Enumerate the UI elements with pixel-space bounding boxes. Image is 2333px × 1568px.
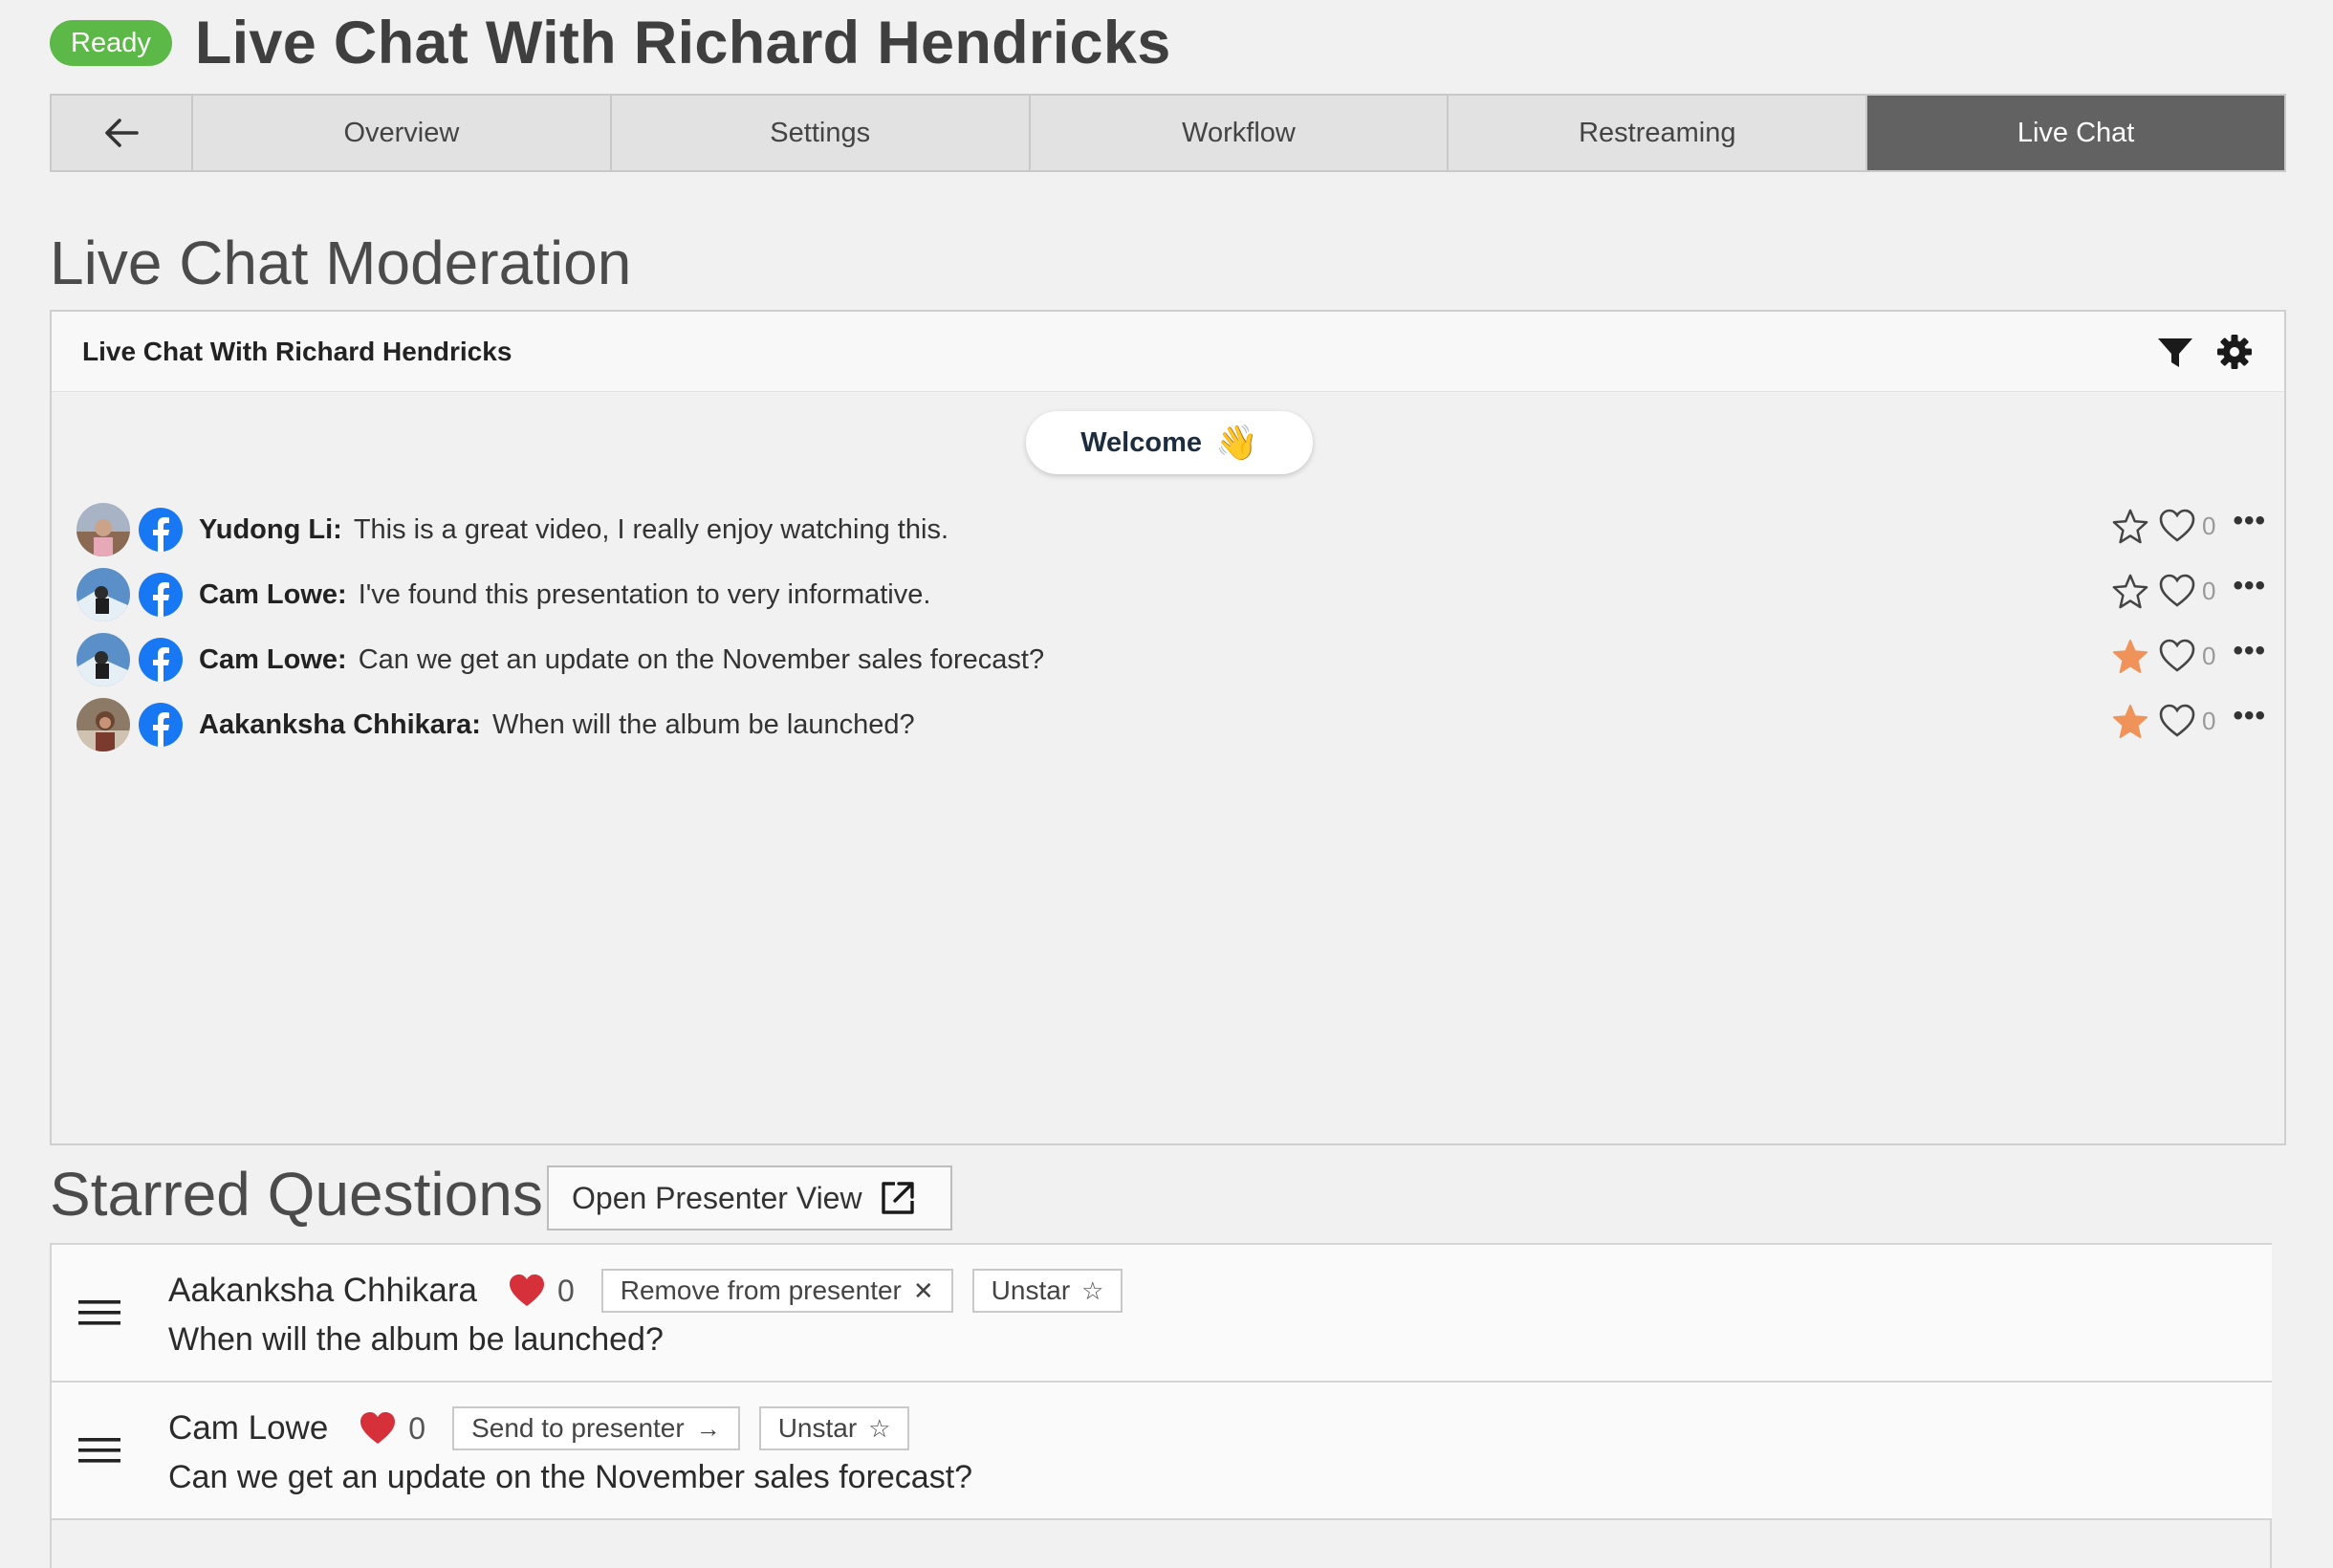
chat-message: Aakanksha Chhikara: When will the album … (76, 696, 2266, 753)
open-presenter-view-button[interactable]: Open Presenter View (547, 1165, 952, 1230)
star-filled-icon[interactable] (2112, 638, 2148, 674)
close-icon: ✕ (912, 1275, 934, 1305)
heart-filled-icon (360, 1412, 396, 1444)
heart-outline-icon[interactable] (2158, 572, 2196, 610)
moderation-section-title: Live Chat Moderation (50, 229, 632, 297)
welcome-button[interactable]: Welcome 👋 (1026, 411, 1313, 474)
send-to-presenter-button[interactable]: Send to presenter → (452, 1406, 740, 1450)
unstar-button[interactable]: Unstar ☆ (971, 1269, 1123, 1313)
remove-from-presenter-label: Remove from presenter (620, 1275, 902, 1305)
message-actions: 0 ••• (2112, 570, 2266, 610)
facebook-icon (139, 573, 183, 617)
message-author: Aakanksha Chhikara: (199, 708, 481, 740)
avatar (76, 568, 130, 621)
page-title: Live Chat With Richard Hendricks (194, 10, 1171, 76)
starred-list: Aakanksha Chhikara 0 Remove from present… (50, 1243, 2272, 1568)
unstar-label: Unstar (777, 1413, 858, 1443)
starred-like-count: 0 (408, 1410, 426, 1446)
facebook-icon (139, 638, 183, 682)
unstar-button[interactable]: Unstar ☆ (758, 1406, 910, 1450)
filter-icon[interactable] (2156, 333, 2194, 371)
starred-row: Cam Lowe 0 Send to presenter → Unstar ☆ … (52, 1383, 2272, 1520)
starred-row: Aakanksha Chhikara 0 Remove from present… (52, 1245, 2272, 1383)
chat-message: Cam Lowe: Can we get an update on the No… (76, 631, 2266, 688)
tab-workflow[interactable]: Workflow (1028, 96, 1448, 170)
facebook-icon (139, 703, 183, 747)
starred-section-title: Starred Questions (50, 1160, 543, 1229)
open-presenter-view-label: Open Presenter View (572, 1180, 862, 1215)
star-outline-icon[interactable] (2112, 573, 2148, 609)
tab-overview[interactable]: Overview (191, 96, 610, 170)
starred-author: Cam Lowe (168, 1409, 329, 1447)
message-actions: 0 ••• (2112, 700, 2266, 740)
heart-outline-icon[interactable] (2158, 507, 2196, 545)
more-options-icon[interactable]: ••• (2233, 505, 2266, 537)
chat-panel-title: Live Chat With Richard Hendricks (82, 336, 512, 366)
like-count: 0 (2202, 576, 2216, 605)
facebook-icon (139, 508, 183, 552)
arrow-right-icon: → (695, 1413, 721, 1443)
chat-panel-header: Live Chat With Richard Hendricks (52, 312, 2284, 392)
send-to-presenter-label: Send to presenter (471, 1413, 685, 1443)
avatar (76, 503, 130, 556)
message-text: This is a great video, I really enjoy wa… (353, 513, 948, 545)
chat-panel: Live Chat With Richard Hendricks Welcome… (50, 310, 2286, 1145)
page-header: Ready Live Chat With Richard Hendricks (50, 10, 1171, 76)
heart-outline-icon[interactable] (2158, 702, 2196, 740)
message-text: Can we get an update on the November sal… (358, 643, 1045, 675)
tab-live-chat[interactable]: Live Chat (1865, 96, 2284, 170)
more-options-icon[interactable]: ••• (2233, 570, 2266, 602)
starred-question-text: When will the album be launched? (168, 1321, 664, 1358)
welcome-label: Welcome (1080, 426, 1202, 458)
message-author: Cam Lowe: (199, 578, 347, 610)
message-text: I've found this presentation to very inf… (358, 578, 931, 610)
drag-handle-icon[interactable] (78, 1298, 120, 1327)
heart-outline-icon[interactable] (2158, 637, 2196, 675)
star-outline-icon[interactable] (2112, 508, 2148, 544)
more-options-icon[interactable]: ••• (2233, 635, 2266, 667)
avatar (76, 633, 130, 686)
starred-like-count: 0 (556, 1273, 575, 1308)
heart-filled-icon (509, 1274, 544, 1306)
gear-icon[interactable] (2215, 333, 2254, 371)
drag-handle-icon[interactable] (78, 1436, 120, 1465)
back-button[interactable] (52, 96, 191, 170)
starred-row-header: Cam Lowe 0 Send to presenter → Unstar ☆ (168, 1405, 928, 1451)
message-author: Yudong Li: (199, 513, 342, 545)
unstar-label: Unstar (991, 1275, 1071, 1305)
like-count: 0 (2202, 706, 2216, 735)
message-actions: 0 ••• (2112, 505, 2266, 545)
star-filled-icon[interactable] (2112, 703, 2148, 739)
star-outline-icon: ☆ (868, 1413, 891, 1443)
more-options-icon[interactable]: ••• (2233, 700, 2266, 732)
tab-settings[interactable]: Settings (609, 96, 1029, 170)
starred-author: Aakanksha Chhikara (168, 1272, 477, 1309)
tab-restreaming[interactable]: Restreaming (1447, 96, 1866, 170)
remove-from-presenter-button[interactable]: Remove from presenter ✕ (600, 1269, 953, 1313)
tab-bar: Overview Settings Workflow Restreaming L… (50, 94, 2286, 172)
message-actions: 0 ••• (2112, 635, 2266, 675)
wave-icon: 👋 (1214, 423, 1258, 462)
external-link-icon (881, 1182, 914, 1214)
message-text: When will the album be launched? (491, 708, 915, 740)
status-badge: Ready (50, 20, 172, 66)
like-count: 0 (2202, 641, 2216, 670)
arrow-left-icon (105, 119, 139, 147)
avatar (76, 698, 130, 751)
starred-question-text: Can we get an update on the November sal… (168, 1459, 973, 1495)
starred-row-header: Aakanksha Chhikara 0 Remove from present… (168, 1268, 1142, 1314)
like-count: 0 (2202, 511, 2216, 540)
chat-message: Cam Lowe: I've found this presentation t… (76, 566, 2266, 623)
message-author: Cam Lowe: (199, 643, 347, 675)
chat-message: Yudong Li: This is a great video, I real… (76, 501, 2266, 558)
star-outline-icon: ☆ (1081, 1275, 1104, 1305)
